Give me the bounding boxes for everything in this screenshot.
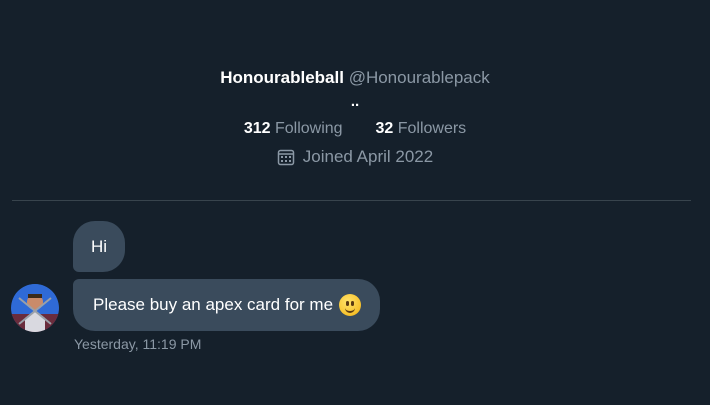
stats-row: 312 Following 32 Followers — [0, 118, 710, 140]
following-link[interactable]: 312 Following — [244, 120, 347, 137]
followers-link[interactable]: 32 Followers — [375, 120, 466, 137]
message-bubble[interactable]: Please buy an apex card for me — [73, 279, 381, 331]
bio: .. — [350, 93, 360, 110]
following-count: 312 — [243, 120, 271, 137]
following-label: Following — [274, 120, 343, 137]
followers-count: 32 — [375, 120, 394, 137]
slightly-smiling-face-emoji — [339, 294, 362, 316]
name-row: Honourableball @Honourablepack — [0, 66, 710, 90]
calendar-icon — [277, 148, 295, 166]
followers-label: Followers — [397, 120, 467, 137]
joined-text: Joined April 2022 — [302, 147, 434, 166]
message-text: Please buy an apex card for me — [93, 295, 334, 314]
handle[interactable]: @Honourablepack — [349, 68, 490, 87]
display-name[interactable]: Honourableball — [220, 68, 344, 87]
message-timestamp: Yesterday, 11:19 PM — [74, 336, 202, 352]
profile-header: Honourableball @Honourablepack .. 312 Fo… — [0, 66, 710, 171]
joined-date: Joined April 2022 — [277, 146, 433, 168]
message-bubble[interactable]: Hi — [73, 221, 126, 272]
message-text: Hi — [91, 236, 108, 256]
divider — [12, 200, 691, 201]
avatar[interactable] — [11, 284, 59, 332]
